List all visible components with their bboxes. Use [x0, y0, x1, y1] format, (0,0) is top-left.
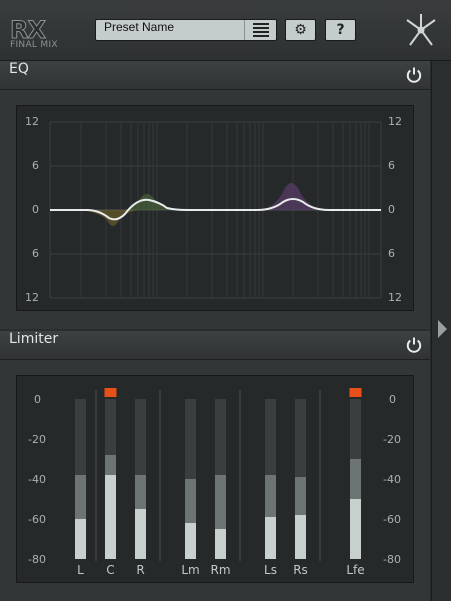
meter-level-bar: [215, 529, 226, 559]
limiter-scale-left: 0: [34, 393, 41, 406]
eq-power-icon[interactable]: [405, 66, 423, 84]
limiter-panel: Limiter L C R Lm Rm Ls Rs Lfe 0 -20 -40 -60 -80…: [0, 331, 430, 601]
limiter-scale-right: -20: [383, 433, 401, 446]
eq-tick-right: 6: [388, 247, 395, 260]
limiter-scale-right: -80: [383, 553, 401, 566]
meter-level-bar: [185, 523, 196, 559]
limiter-header: Limiter: [0, 331, 430, 360]
gear-icon: ⚙: [294, 22, 307, 38]
logo-sub-text: FINAL MIX: [10, 40, 58, 50]
eq-band-high: [257, 183, 327, 210]
eq-graph-canvas: [49, 121, 382, 299]
help-icon: ?: [336, 22, 345, 38]
help-button[interactable]: ?: [325, 19, 356, 41]
clip-indicator[interactable]: [349, 388, 362, 397]
eq-curve: [50, 198, 381, 221]
meter-level-bar: [105, 475, 116, 559]
side-expand-strip[interactable]: [431, 61, 451, 601]
eq-tick-right: 12: [388, 115, 402, 128]
meter-peak-bar: [215, 475, 226, 529]
meter-level-bar: [265, 517, 276, 559]
clip-indicator[interactable]: [104, 388, 117, 397]
channel-label: R: [136, 563, 144, 577]
eq-tick-left: 6: [32, 159, 39, 172]
logo-main-text: RX: [10, 16, 47, 44]
meter-peak-bar: [185, 479, 196, 523]
limiter-scale-left: -60: [28, 513, 46, 526]
channel-label: C: [106, 563, 114, 577]
channel-label: Lfe: [346, 563, 364, 577]
preset-name[interactable]: Preset Name: [104, 20, 174, 34]
preset-selector[interactable]: Preset Name: [95, 19, 277, 41]
meter-peak-bar: [350, 459, 361, 499]
meter-peak-bar: [105, 455, 116, 475]
meter-level-bar: [75, 519, 86, 559]
eq-tick-right: 0: [388, 203, 395, 216]
eq-title: EQ: [9, 61, 29, 77]
meter-peak-bar: [75, 475, 86, 519]
channel-label: Rs: [293, 563, 308, 577]
eq-header: EQ: [0, 61, 430, 90]
eq-graph[interactable]: 12 6 0 6 12 12 6 0 6 12: [16, 105, 414, 311]
channel-label: L: [77, 563, 84, 577]
limiter-meters: L C R Lm Rm Ls Rs Lfe 0 -20 -40 -60 -80 0 -20 -…: [16, 375, 414, 583]
limiter-scale-left: -40: [28, 473, 46, 486]
limiter-scale-right: -60: [383, 513, 401, 526]
meter-level-bar: [295, 515, 306, 559]
preset-list-icon[interactable]: [244, 20, 276, 40]
meter-peak-bar: [295, 477, 306, 515]
settings-button[interactable]: ⚙: [285, 19, 316, 41]
meter-peak-bar: [135, 475, 146, 509]
top-bar: RX FINAL MIX Preset Name ⚙ ?: [0, 0, 451, 61]
eq-tick-left: 12: [25, 115, 39, 128]
eq-tick-right: 6: [388, 159, 395, 172]
eq-tick-left: 12: [25, 291, 39, 304]
meter-peak-bar: [265, 475, 276, 517]
limiter-scale-right: 0: [389, 393, 396, 406]
rx-logo: RX FINAL MIX: [8, 18, 78, 52]
meter-level-bar: [135, 509, 146, 559]
eq-tick-left: 0: [32, 203, 39, 216]
limiter-scale-left: -80: [28, 553, 46, 566]
channel-label: Rm: [210, 563, 230, 577]
eq-tick-right: 12: [388, 291, 402, 304]
meter-level-bar: [350, 499, 361, 559]
limiter-scale-left: -20: [28, 433, 46, 446]
limiter-scale-right: -40: [383, 473, 401, 486]
channel-label: Ls: [264, 563, 277, 577]
meter-canvas: L C R Lm Rm Ls Rs Lfe: [75, 388, 365, 577]
eq-tick-left: 6: [32, 247, 39, 260]
routing-node-icon[interactable]: [402, 11, 440, 49]
channel-label: Lm: [181, 563, 199, 577]
eq-panel: EQ 12 6 0 6 12 12 6 0 6 12: [0, 61, 430, 329]
limiter-power-icon[interactable]: [405, 336, 423, 354]
expand-arrow-icon[interactable]: [438, 320, 447, 338]
limiter-title: Limiter: [9, 331, 59, 347]
